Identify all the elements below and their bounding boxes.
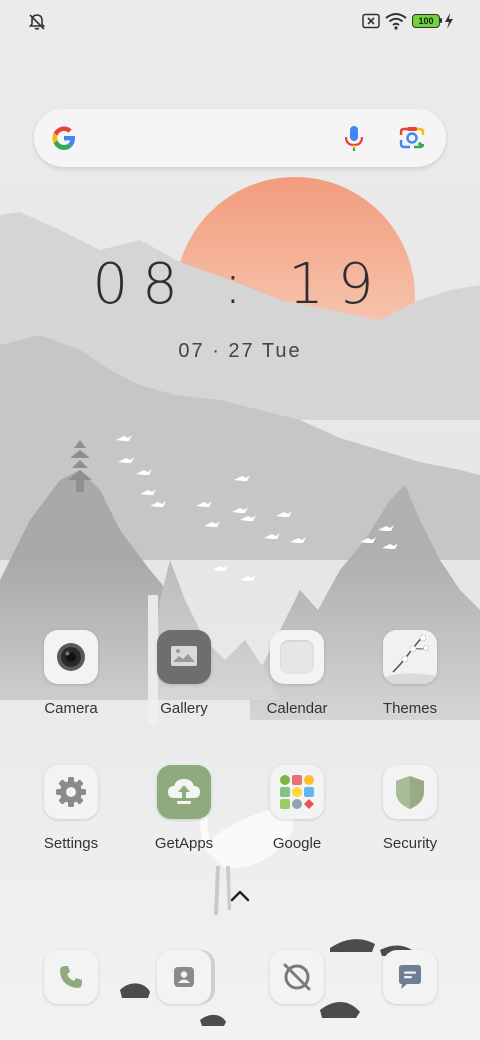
app-label: Camera [44, 700, 98, 717]
dock-browser[interactable] [270, 950, 324, 1004]
gear-icon [44, 765, 98, 819]
app-settings[interactable]: Settings [16, 765, 126, 852]
app-google-folder[interactable]: Google [242, 765, 352, 852]
app-label: Security [382, 835, 438, 852]
app-security[interactable]: Security [355, 765, 465, 852]
google-search-bar[interactable] [34, 109, 446, 167]
google-folder-icon [270, 765, 324, 819]
charging-icon [445, 13, 453, 29]
camera-lens-icon[interactable] [398, 125, 426, 151]
phone-icon [60, 966, 82, 988]
calendar-icon [270, 630, 324, 684]
camera-icon [44, 630, 98, 684]
clock-date[interactable]: 07 · 27 Tue [0, 340, 480, 363]
app-gallery[interactable]: Gallery [129, 630, 239, 717]
themes-icon [383, 630, 437, 684]
dock-contacts[interactable] [157, 950, 211, 1004]
getapps-icon [157, 765, 211, 819]
app-camera[interactable]: Camera [16, 630, 126, 717]
app-label: Gallery [160, 700, 208, 717]
notifications-off-icon [28, 14, 46, 30]
app-label: Settings [43, 835, 99, 852]
app-label: GetApps [154, 835, 214, 852]
messages-icon [399, 965, 421, 989]
microphone-icon[interactable] [341, 124, 367, 152]
chevron-up-icon[interactable] [228, 886, 252, 906]
wifi-icon [385, 13, 407, 30]
sim-disabled-icon [362, 13, 380, 29]
contacts-icon [174, 967, 194, 987]
status-bar: 100 [0, 0, 480, 44]
google-logo-icon [52, 126, 75, 150]
app-calendar[interactable]: Calendar [242, 630, 352, 717]
browser-icon [283, 963, 311, 991]
clock-time[interactable]: 08 : 19 [0, 252, 480, 317]
battery-icon: 100 [412, 14, 440, 28]
app-getapps[interactable]: GetApps [129, 765, 239, 852]
app-label: Calendar [266, 700, 328, 717]
app-label: Themes [382, 700, 438, 717]
app-label: Google [272, 835, 322, 852]
battery-level: 100 [418, 16, 434, 26]
dock-phone[interactable] [44, 950, 98, 1004]
app-themes[interactable]: Themes [355, 630, 465, 717]
shield-icon [383, 765, 437, 819]
battery-tip [440, 18, 442, 23]
dock-messages[interactable] [383, 950, 437, 1004]
gallery-icon [157, 630, 211, 684]
